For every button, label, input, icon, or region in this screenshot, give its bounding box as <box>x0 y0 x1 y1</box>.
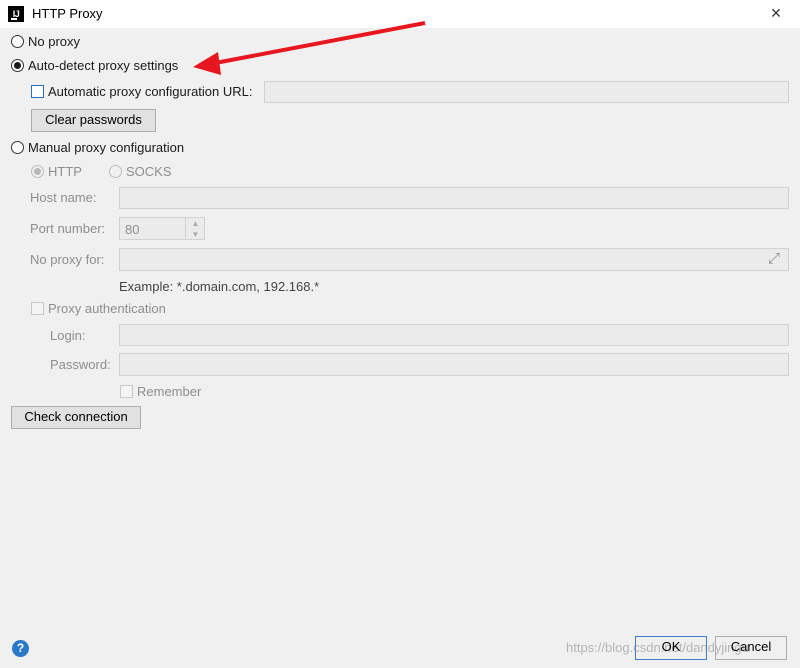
annotation-arrow-head <box>193 52 221 75</box>
annotation-arrow-shaft <box>209 21 426 66</box>
annotation-arrow <box>193 21 426 75</box>
